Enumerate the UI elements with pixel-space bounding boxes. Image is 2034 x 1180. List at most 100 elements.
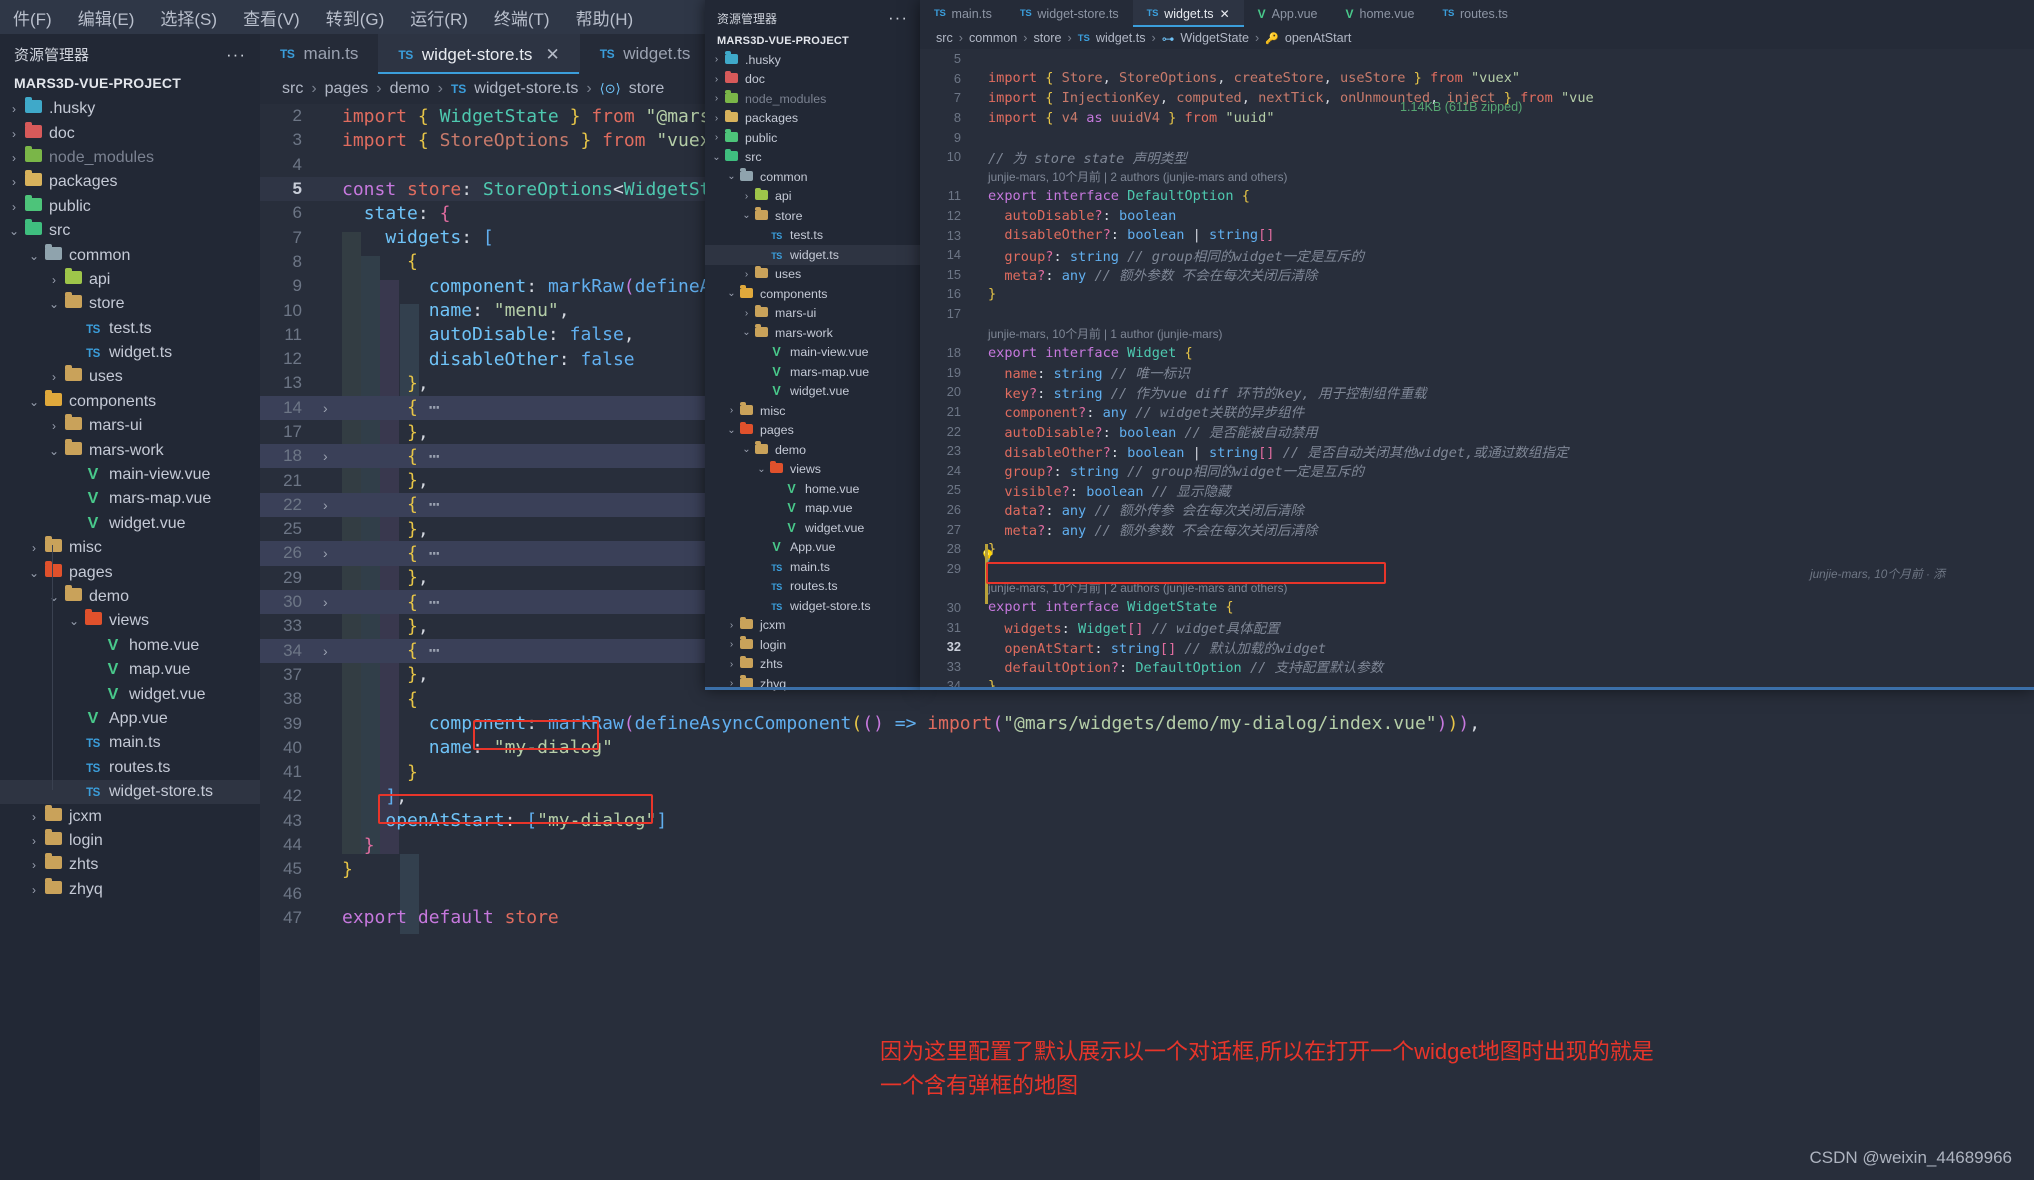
- editor-tab-widget-store-ts[interactable]: TS widget-store.ts: [1006, 0, 1133, 27]
- tree-item-doc[interactable]: › doc: [705, 70, 920, 90]
- menu-item-5[interactable]: 运行(R): [397, 5, 481, 30]
- code-line-27[interactable]: 27 meta?: any // 额外参数 不会在每次关闭后清除: [920, 519, 2034, 540]
- tree-item-zhyq[interactable]: › zhyq: [705, 674, 920, 694]
- tree-item-common[interactable]: ⌄ common: [0, 243, 260, 267]
- code-line-47[interactable]: 47 export default store: [260, 906, 2034, 930]
- tree-item-routes-ts[interactable]: TS routes.ts: [705, 577, 920, 597]
- tree-item-views[interactable]: ⌄ views: [705, 460, 920, 480]
- floating-explorer-more-icon[interactable]: ···: [888, 8, 908, 28]
- code-line-30[interactable]: 30 export interface WidgetState {: [920, 598, 2034, 618]
- breadcrumb-item[interactable]: WidgetState: [1180, 31, 1249, 45]
- tree-item-uses[interactable]: › uses: [705, 265, 920, 285]
- tree-item-pages[interactable]: ⌄ pages: [705, 421, 920, 441]
- tree-item-widget-vue[interactable]: Vwidget.vue: [705, 382, 920, 402]
- code-line-5[interactable]: 5: [920, 49, 2034, 69]
- tree-item-map-vue[interactable]: Vmap.vue: [0, 658, 260, 682]
- editor-tab-main-ts[interactable]: TS main.ts: [920, 0, 1006, 27]
- code-line-20[interactable]: 20 key?: string // 作为vue diff 环节的key, 用于…: [920, 382, 2034, 402]
- breadcrumb-item[interactable]: widget.ts: [1096, 31, 1146, 45]
- tree-item-zhyq[interactable]: › zhyq: [0, 877, 260, 902]
- code-line-17[interactable]: 17: [920, 304, 2034, 324]
- tree-item-map-vue[interactable]: Vmap.vue: [705, 499, 920, 519]
- tree-item-node-modules[interactable]: › node_modules: [705, 89, 920, 109]
- close-icon[interactable]: ✕: [1220, 7, 1230, 21]
- tree-item-packages[interactable]: › packages: [0, 170, 260, 194]
- code-line-25[interactable]: 25 visible?: boolean // 显示隐藏: [920, 480, 2034, 500]
- tree-item-widget-ts[interactable]: TS widget.ts: [705, 245, 920, 265]
- editor-tab-app-vue[interactable]: V App.vue: [1244, 0, 1332, 27]
- breadcrumb-item[interactable]: store: [629, 80, 665, 98]
- floating-project-root-label[interactable]: MARS3D-VUE-PROJECT: [705, 30, 920, 50]
- tree-item-misc[interactable]: › misc: [0, 536, 260, 560]
- tree-item--husky[interactable]: › .husky: [705, 50, 920, 70]
- code-line-46[interactable]: 46: [260, 882, 2034, 906]
- tree-item-public[interactable]: › public: [705, 128, 920, 148]
- code-line-18[interactable]: 18 export interface Widget {: [920, 343, 2034, 363]
- tree-item-views[interactable]: ⌄ views: [0, 609, 260, 633]
- editor-tab-home-vue[interactable]: Vhome.vue: [1332, 0, 1429, 27]
- menu-item-3[interactable]: 查看(V): [230, 5, 313, 30]
- tree-item-home-vue[interactable]: Vhome.vue: [0, 634, 260, 658]
- code-line-32[interactable]: 32 openAtStart: string[] // 默认加载的widget: [920, 637, 2034, 657]
- code-line-33[interactable]: 33 defaultOption?: DefaultOption // 支持配置…: [920, 656, 2034, 677]
- fold-chevron-icon[interactable]: ›: [323, 448, 328, 464]
- tree-item-mars-ui[interactable]: › mars-ui: [705, 304, 920, 324]
- close-icon[interactable]: ✕: [545, 45, 559, 65]
- breadcrumb-item[interactable]: store: [1034, 31, 1062, 45]
- tree-item-mars-ui[interactable]: › mars-ui: [0, 414, 260, 438]
- code-line-10[interactable]: 10 // 为 store state 声明类型: [920, 147, 2034, 167]
- floating-code-editor[interactable]: 5 6 import { Store, StoreOptions, createSt…: [920, 49, 2034, 690]
- breadcrumb-item[interactable]: common: [969, 31, 1017, 45]
- breadcrumb-item[interactable]: openAtStart: [1285, 31, 1352, 45]
- breadcrumb-item[interactable]: pages: [325, 80, 369, 98]
- editor-tab-widget-store-ts[interactable]: TS widget-store.ts ✕: [378, 34, 580, 74]
- fold-chevron-icon[interactable]: ›: [323, 545, 328, 561]
- tree-item-public[interactable]: › public: [0, 194, 260, 219]
- tree-item-app-vue[interactable]: V App.vue: [0, 707, 260, 731]
- tree-item-main-ts[interactable]: TS main.ts: [705, 557, 920, 577]
- tree-item-uses[interactable]: › uses: [0, 365, 260, 389]
- menu-item-1[interactable]: 编辑(E): [65, 5, 148, 30]
- code-line-9[interactable]: 9: [920, 127, 2034, 147]
- tree-item--husky[interactable]: › .husky: [0, 97, 260, 121]
- code-line-22[interactable]: 22 autoDisable?: boolean // 是否能被自动禁用: [920, 421, 2034, 442]
- breadcrumb-item[interactable]: demo: [390, 80, 430, 98]
- tree-item-components[interactable]: ⌄ components: [705, 284, 920, 304]
- menu-item-7[interactable]: 帮助(H): [563, 5, 647, 30]
- project-root-label[interactable]: MARS3D-VUE-PROJECT: [0, 69, 260, 97]
- code-line-31[interactable]: 31 widgets: Widget[] // widget具体配置: [920, 617, 2034, 638]
- code-line-21[interactable]: 21 component?: any // widget关联的异步组件: [920, 402, 2034, 422]
- explorer-more-icon[interactable]: ···: [226, 45, 246, 65]
- fold-chevron-icon[interactable]: ›: [323, 497, 328, 513]
- tree-item-app-vue[interactable]: V App.vue: [705, 538, 920, 558]
- menu-item-6[interactable]: 终端(T): [481, 5, 563, 30]
- tree-item-widget-vue[interactable]: Vwidget.vue: [0, 512, 260, 536]
- tree-item-widget-store-ts[interactable]: TS widget-store.ts: [0, 779, 260, 805]
- tree-item-node-modules[interactable]: › node_modules: [0, 145, 260, 170]
- code-line-19[interactable]: 19 name: string // 唯一标识: [920, 363, 2034, 383]
- tree-item-widget-store-ts[interactable]: TS widget-store.ts: [705, 596, 920, 616]
- code-line-45[interactable]: 45}: [260, 857, 2034, 881]
- code-line-44[interactable]: 44 }: [260, 833, 2034, 857]
- code-line-14[interactable]: 14 group?: string // group相同的widget一定是互斥…: [920, 245, 2034, 265]
- tree-item-misc[interactable]: › misc: [705, 401, 920, 421]
- fold-chevron-icon[interactable]: ›: [323, 400, 328, 416]
- tree-item-jcxm[interactable]: › jcxm: [0, 804, 260, 828]
- tree-item-test-ts[interactable]: TS test.ts: [705, 226, 920, 246]
- tree-item-store[interactable]: ⌄ store: [705, 206, 920, 226]
- editor-tab-widget-ts[interactable]: TS widget.ts ✕: [1132, 0, 1244, 27]
- tree-item-main-view-vue[interactable]: Vmain-view.vue: [705, 343, 920, 363]
- tree-item-src[interactable]: ⌄ src: [0, 219, 260, 243]
- code-line-13[interactable]: 13 disableOther?: boolean | string[]: [920, 225, 2034, 245]
- code-line-12[interactable]: 12 autoDisable?: boolean: [920, 206, 2034, 226]
- code-line-28[interactable]: 28}: [920, 539, 2034, 559]
- tree-item-widget-vue[interactable]: Vwidget.vue: [0, 682, 260, 706]
- breadcrumb-item[interactable]: src: [282, 80, 303, 98]
- tree-item-widget-ts[interactable]: TS widget.ts: [0, 341, 260, 365]
- tree-item-mars-map-vue[interactable]: Vmars-map.vue: [0, 487, 260, 511]
- tree-item-pages[interactable]: ⌄ pages: [0, 560, 260, 584]
- tree-item-demo[interactable]: ⌄ demo: [705, 440, 920, 460]
- fold-chevron-icon[interactable]: ›: [323, 643, 328, 659]
- tree-item-api[interactable]: › api: [0, 267, 260, 292]
- tree-item-doc[interactable]: › doc: [0, 121, 260, 145]
